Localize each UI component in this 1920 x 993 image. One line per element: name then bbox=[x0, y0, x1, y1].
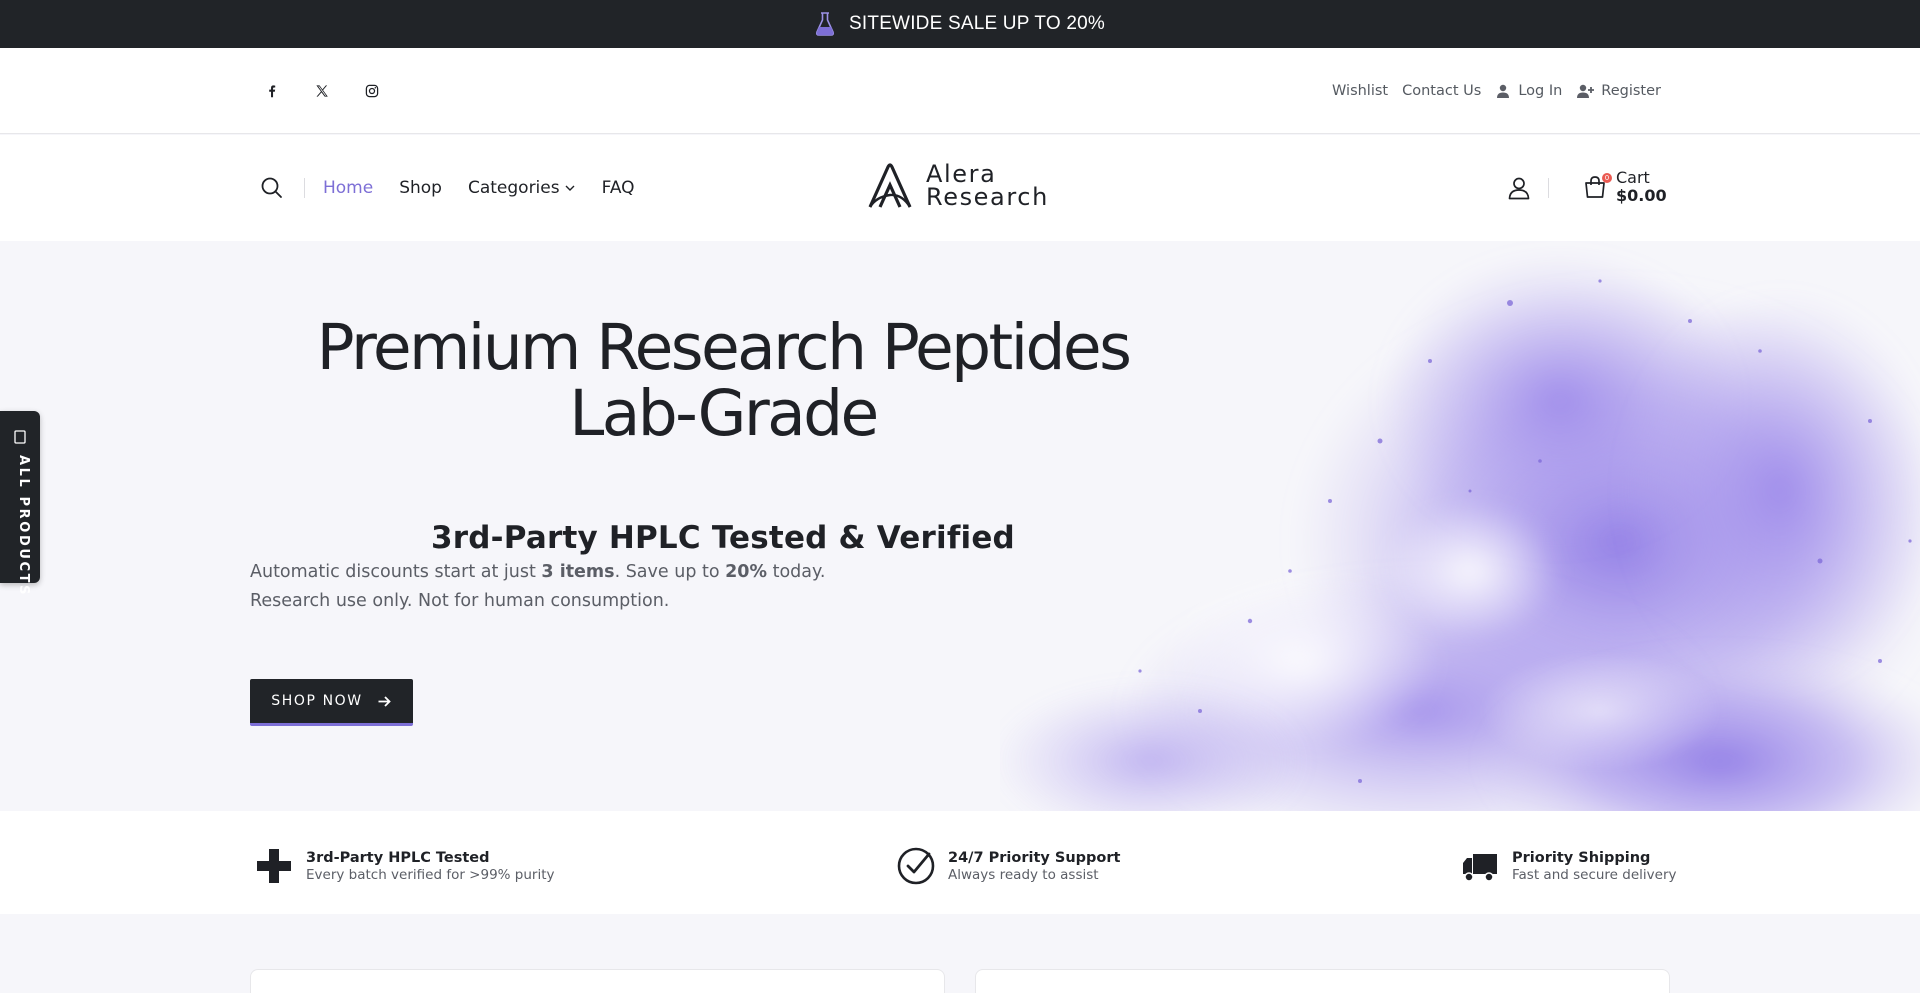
feature-title: Priority Shipping bbox=[1512, 849, 1651, 866]
main-navigation: Home Shop Categories FAQ Alera Research bbox=[0, 135, 1920, 241]
content-card bbox=[250, 969, 945, 993]
logo-mark-icon bbox=[868, 163, 912, 208]
feature-shipping-text: Priority Shipping Fast and secure delive… bbox=[1512, 850, 1677, 883]
account-links: Wishlist Contact Us Log In Register bbox=[1332, 48, 1661, 134]
hero-title: Premium Research Peptides Lab-Grade bbox=[300, 315, 1146, 447]
cart-label: Cart bbox=[1616, 168, 1650, 187]
research-disclaimer: Research use only. Not for human consump… bbox=[250, 591, 670, 611]
nav-divider bbox=[1548, 178, 1549, 198]
account-icon[interactable] bbox=[1506, 175, 1532, 201]
nav-divider bbox=[304, 178, 305, 198]
x-icon[interactable] bbox=[312, 81, 332, 101]
discount-line: Automatic discounts start at just 3 item… bbox=[250, 558, 825, 587]
announcement-text: SITEWIDE SALE UP TO 20% bbox=[849, 13, 1105, 34]
hero-description: Automatic discounts start at just 3 item… bbox=[250, 558, 825, 616]
plus-icon bbox=[257, 849, 291, 883]
feature-title: 3rd-Party HPLC Tested bbox=[306, 849, 490, 866]
feature-subtitle: Always ready to assist bbox=[948, 866, 1099, 883]
discount-text-mid: . Save up to bbox=[614, 562, 726, 582]
feature-subtitle: Fast and secure delivery bbox=[1512, 866, 1677, 883]
primary-menu: Home Shop Categories FAQ bbox=[323, 135, 635, 241]
discount-items: 3 items bbox=[541, 562, 615, 582]
flask-icon bbox=[815, 12, 835, 36]
feature-hplc-text: 3rd-Party HPLC Tested Every batch verifi… bbox=[306, 850, 555, 883]
shop-now-label: SHOP NOW bbox=[271, 693, 363, 709]
feature-subtitle: Every batch verified for >99% purity bbox=[306, 866, 555, 883]
announcement-bar: SITEWIDE SALE UP TO 20% bbox=[0, 0, 1920, 48]
content-cards-area bbox=[0, 914, 1920, 993]
nav-item-faq[interactable]: FAQ bbox=[602, 178, 635, 198]
hero-subtitle: 3rd-Party HPLC Tested & Verified bbox=[431, 520, 1015, 556]
truck-icon bbox=[1463, 854, 1497, 882]
cart-total: $0.00 bbox=[1616, 186, 1667, 205]
discount-percent: 20% bbox=[725, 562, 768, 582]
register-label: Register bbox=[1601, 83, 1661, 99]
nav-item-categories[interactable]: Categories bbox=[468, 178, 576, 198]
feature-support-text: 24/7 Priority Support Always ready to as… bbox=[948, 850, 1120, 883]
instagram-icon[interactable] bbox=[362, 81, 382, 101]
login-link[interactable]: Log In bbox=[1495, 83, 1562, 99]
all-products-side-tab[interactable]: ALL PRODUCTS bbox=[0, 411, 40, 597]
feature-shipping: Priority Shipping Fast and secure delive… bbox=[1460, 846, 1677, 886]
facebook-icon[interactable] bbox=[262, 81, 282, 101]
cart-count-badge: 0 bbox=[1602, 173, 1612, 183]
register-link[interactable]: Register bbox=[1576, 83, 1661, 99]
cart-button[interactable]: 0 Cart $0.00 bbox=[1582, 169, 1667, 205]
hero-section: Premium Research Peptides Lab-Grade 3rd-… bbox=[0, 241, 1920, 811]
feature-title: 24/7 Priority Support bbox=[948, 849, 1121, 866]
search-icon[interactable] bbox=[259, 175, 285, 201]
nav-item-categories-label: Categories bbox=[467, 178, 560, 198]
grid-icon bbox=[14, 430, 26, 444]
nav-item-shop[interactable]: Shop bbox=[399, 178, 442, 198]
login-label: Log In bbox=[1518, 83, 1563, 99]
features-strip: 3rd-Party HPLC Tested Every batch verifi… bbox=[0, 811, 1920, 914]
feature-support: 24/7 Priority Support Always ready to as… bbox=[896, 846, 1120, 886]
discount-text-start: Automatic discounts start at just bbox=[250, 562, 542, 582]
all-products-label: ALL PRODUCTS bbox=[16, 455, 31, 598]
nav-item-home[interactable]: Home bbox=[323, 178, 373, 198]
hero-title-line-2: Lab-Grade bbox=[569, 377, 879, 450]
cart-summary: Cart $0.00 bbox=[1616, 169, 1667, 205]
utility-bar: Wishlist Contact Us Log In Register bbox=[0, 48, 1920, 134]
wishlist-link[interactable]: Wishlist bbox=[1332, 83, 1388, 99]
shop-now-button[interactable]: SHOP NOW bbox=[250, 679, 413, 726]
hero-title-line-1: Premium Research Peptides bbox=[316, 311, 1132, 384]
user-icon bbox=[1497, 84, 1510, 98]
social-links bbox=[262, 48, 382, 134]
logo-wordmark: Alera Research bbox=[926, 162, 1049, 211]
user-plus-icon bbox=[1577, 84, 1595, 98]
check-circle-icon bbox=[897, 847, 935, 885]
cart-bag-wrap: 0 bbox=[1582, 173, 1612, 200]
discount-text-end: today. bbox=[767, 562, 826, 582]
feature-hplc: 3rd-Party HPLC Tested Every batch verifi… bbox=[254, 846, 555, 886]
contact-us-link[interactable]: Contact Us bbox=[1402, 83, 1481, 99]
arrow-right-icon bbox=[378, 695, 391, 707]
chevron-down-icon bbox=[565, 185, 575, 191]
content-card bbox=[975, 969, 1670, 993]
logo-line-2: Research bbox=[926, 183, 1049, 211]
site-logo[interactable]: Alera Research bbox=[866, 161, 1056, 211]
